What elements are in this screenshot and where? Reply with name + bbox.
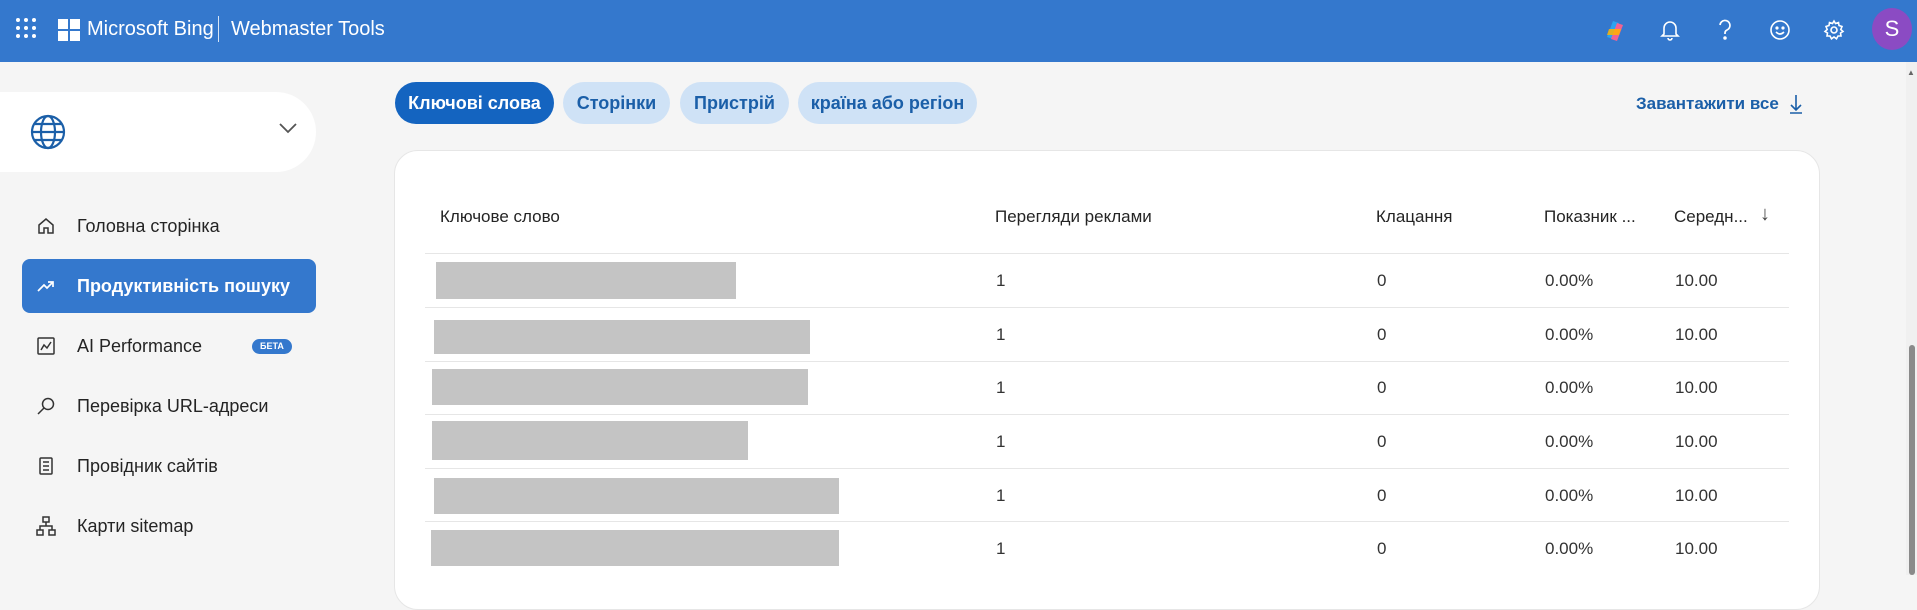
redacted-keyword: [432, 421, 748, 460]
column-header-ctr[interactable]: Показник ...: [1544, 207, 1636, 227]
feedback-smiley-icon[interactable]: [1764, 14, 1796, 46]
user-avatar[interactable]: S: [1872, 8, 1912, 50]
sitemap-icon: [36, 516, 56, 536]
site-explorer-icon: [39, 457, 53, 475]
sidebar-item-label: Продуктивність пошуку: [77, 276, 290, 296]
ai-chart-icon: [37, 337, 55, 355]
download-icon: [1789, 95, 1802, 114]
ctr-cell: 0.00%: [1545, 539, 1594, 558]
row-divider: [425, 361, 1789, 362]
ctr-cell: 0.00%: [1545, 325, 1594, 344]
clicks-cell: 0: [1377, 271, 1387, 290]
impressions-cell: 1: [996, 539, 1006, 558]
beta-badge: БЕТА: [252, 339, 292, 354]
impressions-cell: 1: [996, 378, 1006, 397]
redacted-keyword: [434, 478, 839, 514]
clicks-cell: 0: [1377, 539, 1387, 558]
redacted-keyword: [432, 369, 808, 405]
avg-position-cell: 10.00: [1675, 271, 1718, 290]
tab-country-region[interactable]: країна або регіон: [798, 82, 977, 124]
clicks-cell: 0: [1377, 378, 1387, 397]
row-divider: [425, 468, 1789, 469]
bell-icon[interactable]: [1654, 14, 1686, 46]
avg-position-cell: 10.00: [1675, 432, 1718, 451]
site-selector[interactable]: [0, 92, 316, 172]
column-header-keyword[interactable]: Ключове слово: [440, 207, 560, 227]
product-name[interactable]: Webmaster Tools: [231, 16, 385, 42]
avg-position-cell: 10.00: [1675, 539, 1718, 558]
microsoft-logo-icon: [58, 19, 80, 41]
app-launcher-icon[interactable]: [16, 18, 38, 40]
avg-position-cell: 10.00: [1675, 486, 1718, 505]
impressions-cell: 1: [996, 271, 1006, 290]
header-divider: [425, 253, 1789, 254]
avg-position-cell: 10.00: [1675, 325, 1718, 344]
trend-icon: [37, 281, 54, 292]
home-icon: [38, 218, 54, 234]
brand-divider: [218, 16, 219, 42]
ctr-cell: 0.00%: [1545, 432, 1594, 451]
clicks-cell: 0: [1377, 432, 1387, 451]
tab-device[interactable]: Пристрій: [680, 82, 789, 124]
column-header-impressions[interactable]: Перегляди реклами: [995, 207, 1152, 227]
tab-pages[interactable]: Сторінки: [563, 82, 670, 124]
sidebar-item-search-performance[interactable]: Продуктивність пошуку: [22, 259, 316, 313]
copilot-icon[interactable]: [1598, 14, 1630, 46]
gear-icon[interactable]: [1818, 14, 1850, 46]
row-divider: [425, 414, 1789, 415]
sidebar-item-label: Перевірка URL-адреси: [77, 396, 269, 416]
sidebar-item-label: AI Performance: [77, 336, 203, 356]
tab-keywords[interactable]: Ключові слова: [395, 82, 554, 124]
sidebar-item-label: Головна сторінка: [77, 216, 220, 236]
redacted-keyword: [434, 320, 810, 354]
scroll-up-arrow-icon[interactable]: ▲: [1907, 68, 1915, 77]
impressions-cell: 1: [996, 432, 1006, 451]
clicks-cell: 0: [1377, 325, 1387, 344]
brand-name[interactable]: Microsoft Bing: [87, 16, 214, 42]
redacted-keyword: [436, 262, 736, 299]
help-icon[interactable]: [1709, 14, 1741, 46]
sidebar-item-sitemaps[interactable]: Карти sitemap: [22, 499, 316, 553]
sidebar-item-home[interactable]: Головна сторінка: [22, 199, 316, 253]
row-divider: [425, 521, 1789, 522]
scrollbar-thumb[interactable]: [1909, 345, 1915, 575]
ctr-cell: 0.00%: [1545, 378, 1594, 397]
download-all-button[interactable]: Завантажити все: [1636, 94, 1803, 114]
column-header-avg-position[interactable]: Середн...: [1674, 207, 1748, 227]
avg-position-cell: 10.00: [1675, 378, 1718, 397]
redacted-keyword: [431, 530, 839, 566]
chevron-down-icon[interactable]: [278, 122, 298, 134]
impressions-cell: 1: [996, 325, 1006, 344]
row-divider: [425, 307, 1789, 308]
clicks-cell: 0: [1377, 486, 1387, 505]
top-bar: Microsoft Bing Webmaster Tools S: [0, 0, 1917, 62]
sidebar-item-url-inspection[interactable]: Перевірка URL-адреси: [22, 379, 316, 433]
sidebar-item-site-explorer[interactable]: Провідник сайтів: [22, 439, 316, 493]
column-header-clicks[interactable]: Клацання: [1376, 207, 1452, 227]
download-all-label: Завантажити все: [1636, 94, 1779, 113]
sidebar-item-ai-performance[interactable]: AI Performance БЕТА: [22, 319, 316, 373]
ctr-cell: 0.00%: [1545, 486, 1594, 505]
sidebar-item-label: Карти sitemap: [77, 516, 194, 536]
globe-icon: [30, 114, 66, 150]
sort-arrow-down-icon[interactable]: ↓: [1760, 203, 1770, 226]
impressions-cell: 1: [996, 486, 1006, 505]
sidebar-item-label: Провідник сайтів: [77, 456, 218, 476]
ctr-cell: 0.00%: [1545, 271, 1594, 290]
search-icon: [37, 397, 55, 415]
